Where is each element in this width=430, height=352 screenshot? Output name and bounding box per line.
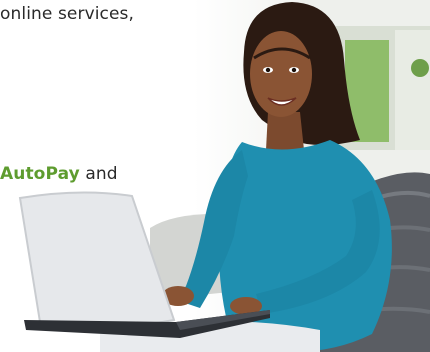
- intro-text-line: online services,: [0, 4, 135, 24]
- hero-banner: online services, AutoPay and: [0, 0, 430, 352]
- autopay-text-rest: and: [79, 164, 118, 184]
- autopay-highlight: AutoPay: [0, 164, 80, 184]
- autopay-text-line: AutoPay and: [0, 164, 118, 184]
